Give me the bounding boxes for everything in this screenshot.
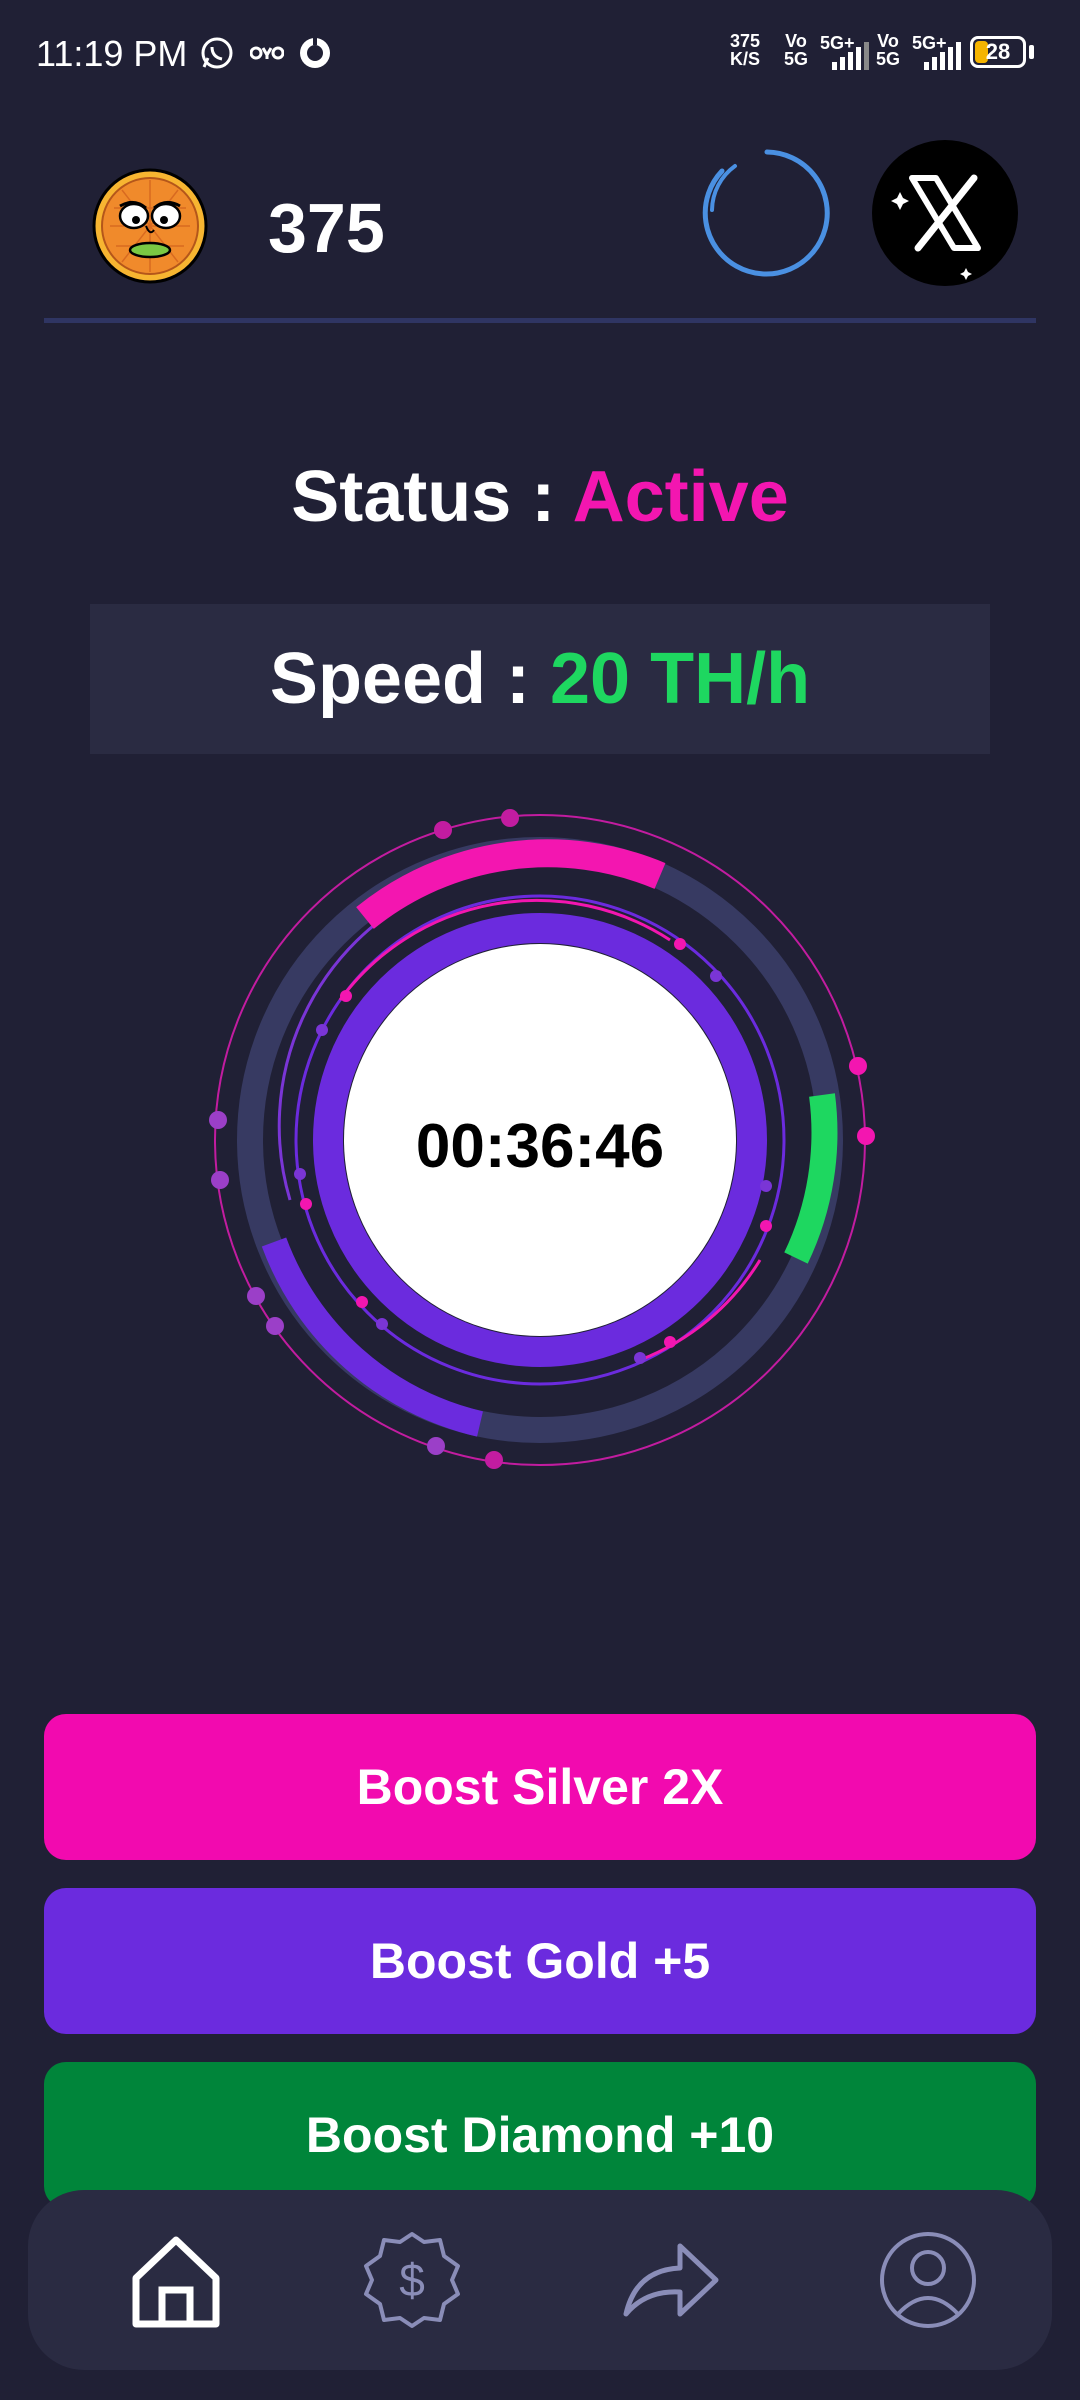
boost-silver-button[interactable]: Boost Silver 2X bbox=[44, 1714, 1036, 1860]
battery-tip bbox=[1029, 45, 1034, 59]
status-time: 11:19 PM bbox=[36, 33, 188, 74]
x-logo-icon bbox=[891, 174, 981, 280]
sim2-volte: Vo 5G bbox=[876, 32, 900, 68]
loading-ring-icon bbox=[702, 149, 830, 277]
score-counter: 375 bbox=[268, 189, 385, 267]
whatsapp-icon bbox=[201, 37, 233, 69]
net-speed-value: 375 bbox=[730, 31, 761, 51]
speed-box: Speed : 20 TH/h bbox=[90, 604, 990, 754]
dollar-badge-icon: $ bbox=[364, 2232, 460, 2328]
header-divider bbox=[44, 318, 1036, 323]
net-speed-unit: K/S bbox=[730, 49, 761, 69]
sim1-vo: Vo bbox=[785, 31, 807, 51]
boost-gold-button[interactable]: Boost Gold +5 bbox=[44, 1888, 1036, 2034]
status-line: Status : Active bbox=[0, 452, 1080, 542]
signal-strength-icon bbox=[924, 42, 961, 70]
mining-screen: 11:19 PM 375 K/S Vo 5G 5G+ Vo 5G 5G+ 28 … bbox=[0, 0, 1080, 2400]
x-social-button[interactable] bbox=[872, 140, 1018, 286]
status-label: Status : bbox=[291, 457, 556, 537]
signal-strength-icon bbox=[832, 42, 869, 70]
battery-indicator: 28 bbox=[970, 36, 1026, 68]
avatar[interactable] bbox=[92, 168, 208, 284]
chat-app-icon bbox=[300, 38, 330, 68]
svg-text:$: $ bbox=[399, 2254, 425, 2306]
status-bar: 11:19 PM 375 K/S Vo 5G 5G+ Vo 5G 5G+ 28 bbox=[0, 0, 1080, 108]
home-icon bbox=[132, 2236, 220, 2328]
profile-icon bbox=[880, 2232, 976, 2328]
nav-earn[interactable]: $ bbox=[352, 2220, 472, 2340]
sim2-5g: 5G bbox=[876, 49, 901, 69]
speed-line: Speed : 20 TH/h bbox=[90, 634, 990, 724]
nav-home[interactable] bbox=[116, 2220, 236, 2340]
status-value: Active bbox=[572, 457, 789, 537]
mining-countdown: 00:36:46 bbox=[415, 1112, 665, 1181]
battery-text: 28 bbox=[985, 39, 1011, 64]
green-arc bbox=[784, 1093, 838, 1264]
sim1-volte: Vo 5G bbox=[784, 32, 808, 68]
nav-profile[interactable] bbox=[868, 2220, 988, 2340]
bottom-nav: $ bbox=[28, 2190, 1052, 2370]
boost-diamond-button[interactable]: Boost Diamond +10 bbox=[44, 2062, 1036, 2208]
net-speed: 375 K/S bbox=[730, 32, 760, 68]
speed-label: Speed : bbox=[269, 639, 530, 719]
share-arrow-icon bbox=[623, 2243, 719, 2317]
sim2-vo: Vo bbox=[877, 31, 899, 51]
sim1-5g: 5G bbox=[784, 49, 809, 69]
speed-value: 20 TH/h bbox=[550, 639, 811, 719]
nav-share[interactable] bbox=[610, 2220, 730, 2340]
oyo-icon bbox=[250, 46, 284, 60]
